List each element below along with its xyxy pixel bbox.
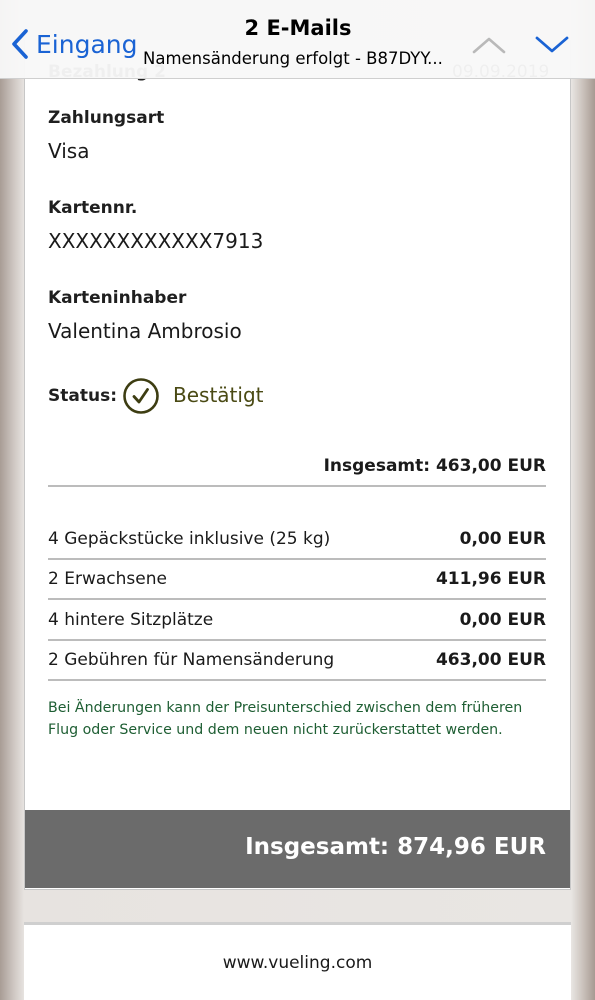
line-item: 2 Gebühren für Namensänderung 463,00 EUR <box>48 650 546 680</box>
line-item: 4 hintere Sitzplätze 0,00 EUR <box>48 610 546 640</box>
payment-method-label: Zahlungsart <box>48 108 165 128</box>
payment-method-value: Visa <box>48 139 90 163</box>
divider <box>48 485 546 487</box>
line-item-amount: 463,00 EUR <box>435 650 546 670</box>
refund-note-line: Flug oder Service und dem neuen nicht zu… <box>48 722 503 738</box>
grand-total: Insgesamt: 874,96 EUR <box>245 834 546 860</box>
back-button-label: Eingang <box>36 29 138 59</box>
divider <box>48 598 546 600</box>
grand-total-bar: Insgesamt: 874,96 EUR <box>25 810 570 888</box>
email-subject: Namensänderung erfolgt - B87DYY... <box>143 49 443 68</box>
status-label: Status: <box>48 386 117 406</box>
payment-subtotal: Insgesamt: 463,00 EUR <box>323 456 546 476</box>
divider <box>48 679 546 681</box>
line-item-amount: 0,00 EUR <box>459 610 546 630</box>
divider <box>48 639 546 641</box>
line-item-label: 4 hintere Sitzplätze <box>48 610 214 630</box>
thread-count-title: 2 E-Mails <box>244 16 352 40</box>
line-item: 2 Erwachsene 411,96 EUR <box>48 569 546 599</box>
card-number-value: XXXXXXXXXXXX7913 <box>48 229 264 253</box>
vueling-website-link[interactable]: www.vueling.com <box>24 953 571 973</box>
check-circle-icon <box>123 378 159 414</box>
card-holder-value: Valentina Ambrosio <box>48 319 242 343</box>
card-number-label: Kartennr. <box>48 198 138 218</box>
line-item-label: 2 Erwachsene <box>48 569 167 589</box>
line-item-amount: 0,00 EUR <box>459 529 546 549</box>
chevron-up-icon[interactable] <box>469 30 509 60</box>
status-value: Bestätigt <box>173 383 264 407</box>
card-holder-label: Karteninhaber <box>48 288 187 308</box>
back-to-inbox-button[interactable]: Eingang <box>10 24 138 64</box>
chevron-down-icon[interactable] <box>532 30 572 60</box>
refund-note-line: Bei Änderungen kann der Preisunterschied… <box>48 700 523 716</box>
line-item-label: 2 Gebühren für Namensänderung <box>48 650 335 670</box>
mail-navigation-bar: Eingang 2 E-Mails Namensänderung erfolgt… <box>0 0 595 79</box>
line-item-label: 4 Gepäckstücke inklusive (25 kg) <box>48 529 331 549</box>
line-item-amount: 411,96 EUR <box>435 569 546 589</box>
chevron-left-icon <box>12 29 28 59</box>
line-item: 4 Gepäckstücke inklusive (25 kg) 0,00 EU… <box>48 529 546 559</box>
refund-note: Bei Änderungen kann der Preisunterschied… <box>48 697 548 741</box>
divider <box>48 558 546 560</box>
email-footer: www.vueling.com <box>24 922 571 1000</box>
